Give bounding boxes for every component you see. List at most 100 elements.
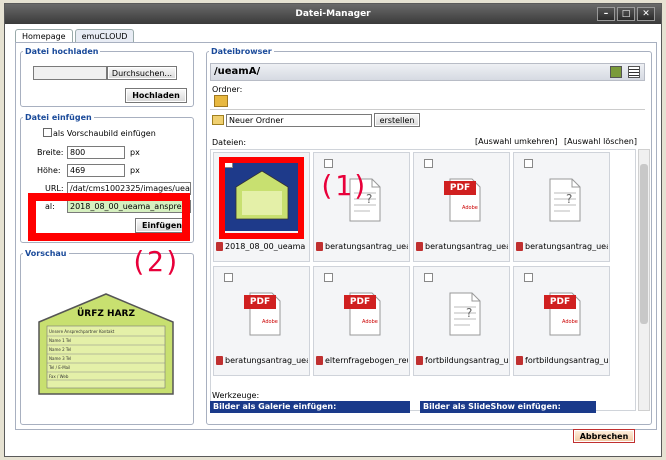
file-name-row: fortbildungsantrag_u bbox=[516, 356, 608, 365]
files-label: Dateien: bbox=[212, 138, 247, 147]
highlight-box-insert bbox=[28, 193, 190, 241]
delete-icon[interactable] bbox=[516, 356, 523, 365]
upload-section: Datei hochladen Durchsuchen... Hochladen bbox=[20, 47, 194, 107]
tab-emucloud[interactable]: emuCLOUD bbox=[74, 29, 135, 43]
file-name: fortbildungsantrag_u bbox=[525, 356, 608, 365]
window-title: Datei-Manager bbox=[295, 9, 371, 19]
sign-line: Name 1 Tel bbox=[49, 338, 72, 343]
folder-label: Ordner: bbox=[212, 85, 243, 94]
adobe-label: Adobe bbox=[362, 319, 378, 325]
cancel-button[interactable]: Abbrechen bbox=[573, 429, 635, 443]
file-checkbox[interactable] bbox=[524, 273, 533, 282]
delete-icon[interactable] bbox=[416, 242, 423, 251]
file-checkbox[interactable] bbox=[324, 159, 333, 168]
pdf-badge: PDF bbox=[244, 295, 276, 309]
vertical-scrollbar[interactable] bbox=[638, 149, 650, 411]
create-folder-button[interactable]: erstellen bbox=[374, 113, 420, 127]
height-input[interactable]: 469 bbox=[67, 164, 125, 177]
pdf-badge: PDF bbox=[344, 295, 376, 309]
document-icon: ? bbox=[544, 175, 584, 223]
insert-legend: Datei einfügen bbox=[25, 113, 92, 122]
tab-homepage[interactable]: Homepage bbox=[15, 29, 73, 43]
file-checkbox[interactable] bbox=[224, 273, 233, 282]
list-view-icon[interactable] bbox=[628, 66, 640, 78]
file-name: beratungsantrag_uea bbox=[425, 242, 508, 251]
upload-button[interactable]: Hochladen bbox=[125, 88, 187, 103]
height-label: Höhe: bbox=[37, 166, 61, 175]
file-name-row: 2018_08_00_ueama bbox=[216, 242, 308, 251]
annotation-two: (2) bbox=[130, 245, 181, 278]
delete-icon[interactable] bbox=[216, 242, 223, 251]
file-name-row: fortbildungsantrag_u bbox=[416, 356, 508, 365]
height-unit: px bbox=[130, 166, 140, 175]
svg-text:?: ? bbox=[566, 192, 572, 206]
file-name-row: elternfragebogen_reu bbox=[316, 356, 408, 365]
file-name-row: beratungsantrag_uea bbox=[316, 242, 408, 251]
slideshow-insert-header[interactable]: Bilder als SlideShow einfügen: bbox=[420, 401, 596, 413]
folder-icon bbox=[212, 115, 224, 125]
file-tile[interactable]: PDF Adobe beratungsantrag_uea bbox=[213, 266, 310, 376]
sign-text: Unsere Ansprechpartner Kontakt Name 1 Te… bbox=[49, 327, 114, 381]
sign-title: ÜRFZ HARZ bbox=[77, 309, 135, 319]
file-name: beratungsantrag_uea bbox=[325, 242, 408, 251]
close-button[interactable]: ✕ bbox=[637, 7, 655, 21]
file-checkbox[interactable] bbox=[424, 159, 433, 168]
file-checkbox[interactable] bbox=[424, 273, 433, 282]
delete-icon[interactable] bbox=[316, 356, 323, 365]
minimize-button[interactable]: – bbox=[597, 7, 615, 21]
up-folder-icon[interactable] bbox=[214, 95, 228, 107]
file-tile[interactable]: PDF Adobe fortbildungsantrag_u bbox=[513, 266, 610, 376]
delete-icon[interactable] bbox=[416, 356, 423, 365]
thumbnail-label: als Vorschaubild einfügen bbox=[53, 129, 156, 138]
file-tile[interactable]: 2018_08_00_ueama bbox=[213, 152, 310, 262]
sign-line: Name 3 Tel bbox=[49, 356, 72, 361]
pdf-badge: PDF bbox=[544, 295, 576, 309]
sign-line: Tel / E-Mail bbox=[49, 365, 71, 370]
sign-line: Name 2 Tel bbox=[49, 347, 72, 352]
file-name-row: beratungsantrag_uea bbox=[516, 242, 608, 251]
current-path: /ueamA/ bbox=[214, 66, 261, 77]
preview-image: ÜRFZ HARZ Unsere Ansprechpartner Kontakt… bbox=[33, 292, 179, 396]
file-name: beratungsantrag_uea bbox=[225, 356, 308, 365]
file-name-row: beratungsantrag_uea bbox=[416, 242, 508, 251]
file-tile[interactable]: PDF Adobe beratungsantrag_uea bbox=[413, 152, 510, 262]
delete-icon[interactable] bbox=[516, 242, 523, 251]
file-path-input[interactable] bbox=[33, 66, 107, 80]
file-checkbox[interactable] bbox=[324, 273, 333, 282]
file-tile[interactable]: ? beratungsantrag_uea bbox=[513, 152, 610, 262]
adobe-label: Adobe bbox=[462, 205, 478, 211]
file-name: 2018_08_00_ueama bbox=[225, 242, 306, 251]
url-label: URL: bbox=[45, 184, 64, 193]
file-manager-window: Datei-Manager – □ ✕ Homepage emuCLOUD Da… bbox=[4, 3, 662, 457]
file-grid: 2018_08_00_ueama? beratungsantrag_uea PDF A… bbox=[210, 149, 636, 411]
file-name-row: beratungsantrag_uea bbox=[216, 356, 308, 365]
invert-selection-link[interactable]: [Auswahl umkehren] bbox=[475, 137, 558, 146]
new-folder-input[interactable]: Neuer Ordner bbox=[226, 114, 372, 127]
file-tile[interactable]: PDF Adobe elternfragebogen_reu bbox=[313, 266, 410, 376]
thumbnail-checkbox[interactable] bbox=[43, 128, 52, 137]
divider bbox=[210, 109, 645, 110]
browse-button[interactable]: Durchsuchen... bbox=[107, 66, 177, 80]
clear-selection-link[interactable]: [Auswahl löschen] bbox=[564, 137, 637, 146]
width-label: Breite: bbox=[37, 148, 64, 157]
file-tile[interactable]: ? fortbildungsantrag_u bbox=[413, 266, 510, 376]
gallery-insert-header[interactable]: Bilder als Galerie einfügen: bbox=[210, 401, 410, 413]
path-header: /ueamA/ bbox=[210, 63, 645, 81]
delete-icon[interactable] bbox=[316, 242, 323, 251]
upload-legend: Datei hochladen bbox=[25, 47, 99, 56]
title-bar: Datei-Manager – □ ✕ bbox=[5, 4, 661, 24]
file-browser: /ueamA/ Ordner: Neuer Ordner erstellen D… bbox=[210, 53, 650, 427]
tools-label: Werkzeuge: bbox=[212, 391, 260, 400]
maximize-button[interactable]: □ bbox=[617, 7, 635, 21]
file-checkbox[interactable] bbox=[524, 159, 533, 168]
scrollbar-thumb[interactable] bbox=[640, 164, 648, 324]
delete-icon[interactable] bbox=[216, 356, 223, 365]
pdf-icon: PDF Adobe bbox=[344, 289, 384, 337]
thumbnail-view-icon[interactable] bbox=[610, 66, 622, 78]
highlight-box-selected-file bbox=[219, 157, 304, 239]
sign-line: Fax / Web bbox=[49, 374, 69, 379]
width-input[interactable]: 800 bbox=[67, 146, 125, 159]
file-name: elternfragebogen_reu bbox=[325, 356, 408, 365]
main-panel: Datei hochladen Durchsuchen... Hochladen… bbox=[15, 42, 657, 430]
annotation-one: (1) bbox=[318, 169, 369, 202]
